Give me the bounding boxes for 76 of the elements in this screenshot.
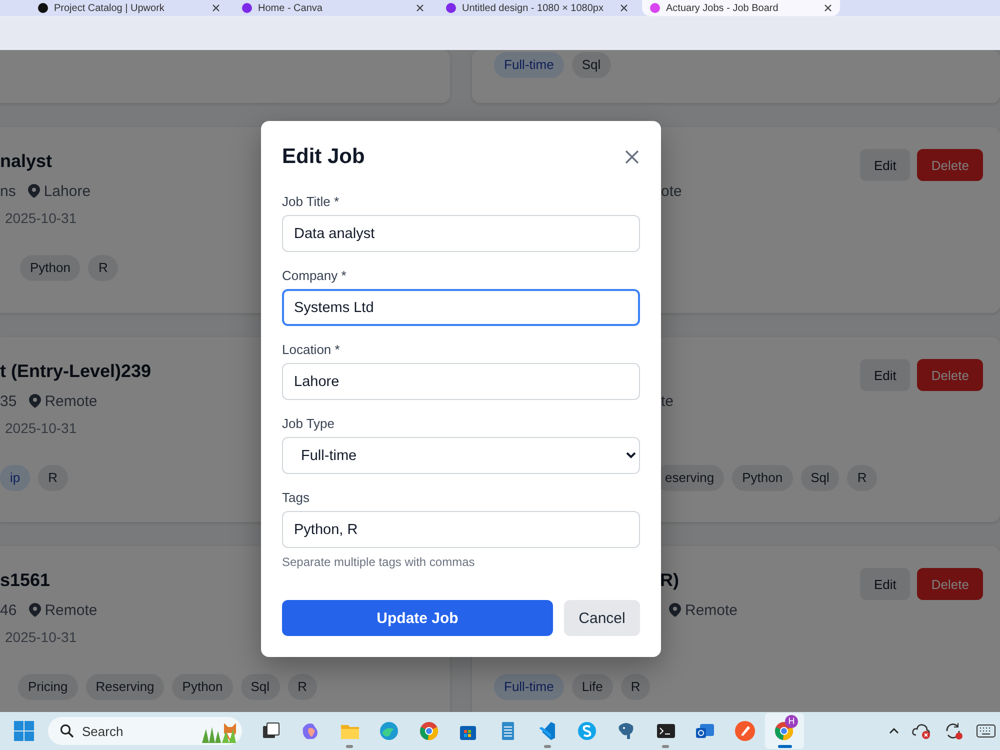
pin-icon (669, 603, 681, 617)
favicon-icon (446, 3, 456, 13)
job-tag: Sql (800, 465, 840, 491)
search-icon (60, 724, 74, 738)
browser-tab[interactable]: Actuary Jobs - Job Board (642, 0, 840, 16)
field-label: Job Title * (282, 193, 340, 211)
favicon-icon (242, 3, 252, 13)
job-location: Remote (44, 392, 98, 410)
job-type-select[interactable]: Full-time (282, 437, 640, 474)
job-date: 2025-10-31 (5, 629, 77, 645)
job-tag: R (88, 255, 118, 281)
job-tag: Python (20, 255, 80, 281)
close-icon[interactable] (416, 4, 424, 12)
job-tag: Reserving (86, 674, 164, 700)
job-tag: R (620, 674, 650, 700)
edit-button[interactable]: Edit (860, 149, 910, 181)
job-location: ote (661, 182, 682, 200)
favicon-icon (650, 3, 660, 13)
job-tag: Full-time (494, 674, 564, 700)
cancel-button[interactable]: Cancel (564, 600, 640, 636)
cloud-icon[interactable] (912, 722, 932, 740)
close-icon[interactable] (824, 4, 832, 12)
dialog-title: Edit Job (282, 145, 365, 169)
search-field[interactable]: Search (48, 717, 242, 745)
job-tag: R (38, 465, 68, 491)
input-field[interactable]: Python, R (282, 511, 640, 548)
chat-bubble-icon (576, 720, 598, 742)
start-icon[interactable] (13, 720, 35, 742)
field-label: Tags (282, 489, 310, 507)
field-label: Location * (282, 341, 341, 359)
pin-icon (28, 394, 41, 408)
job-location: Remote (685, 602, 738, 618)
job-tag: ip (0, 465, 30, 491)
sync-icon[interactable] (944, 722, 964, 740)
job-tag: Full-time (494, 52, 564, 78)
pen-icon (734, 720, 756, 742)
input-field[interactable]: Lahore (282, 363, 640, 400)
job-tag: R (288, 674, 317, 700)
job-title: nalyst (0, 151, 52, 171)
input-field[interactable]: Data analyst (282, 215, 640, 252)
job-date: 2025-10-31 (5, 210, 77, 226)
job-title: s1561 (0, 570, 50, 590)
field-label: Company * (282, 267, 348, 285)
field-label: Job Type (282, 415, 336, 433)
close-icon[interactable] (624, 149, 640, 165)
job-tag: R (847, 465, 877, 491)
edit-button[interactable]: Edit (860, 359, 910, 391)
update-button[interactable]: Update Job (282, 600, 553, 636)
job-title: t (Entry-Level)239 (0, 361, 152, 381)
company-name: 35 (0, 392, 17, 410)
input-field[interactable]: Systems Ltd (282, 289, 640, 326)
close-icon[interactable] (212, 4, 220, 12)
taskbar-app[interactable]: H (764, 713, 804, 749)
job-tag: Pricing (18, 674, 78, 700)
job-tag: Sql (240, 674, 280, 700)
company-name: ns (0, 182, 16, 200)
job-tag: Python (172, 674, 233, 700)
job-tag: Sql (572, 52, 611, 78)
profile-badge: H (785, 715, 798, 728)
field-hint: Separate multiple tags with commas (282, 554, 476, 570)
job-location: te (661, 392, 674, 410)
job-location: Remote (44, 602, 98, 618)
job-date: 2025-10-31 (5, 420, 77, 436)
close-icon[interactable] (620, 4, 628, 12)
job-location: Lahore (44, 182, 91, 200)
pin-icon (28, 603, 41, 617)
edit-button[interactable]: Edit (860, 568, 910, 600)
circle-logo-icon (418, 720, 440, 742)
job-title: R) (660, 570, 679, 590)
job-tag: Life (572, 674, 613, 700)
keyboard-icon[interactable] (976, 724, 996, 738)
company-name: 46 (0, 602, 17, 618)
pin-icon (28, 184, 40, 198)
job-tag: Python (732, 465, 793, 491)
wave-icon (378, 720, 400, 742)
favicon-icon (38, 3, 48, 13)
